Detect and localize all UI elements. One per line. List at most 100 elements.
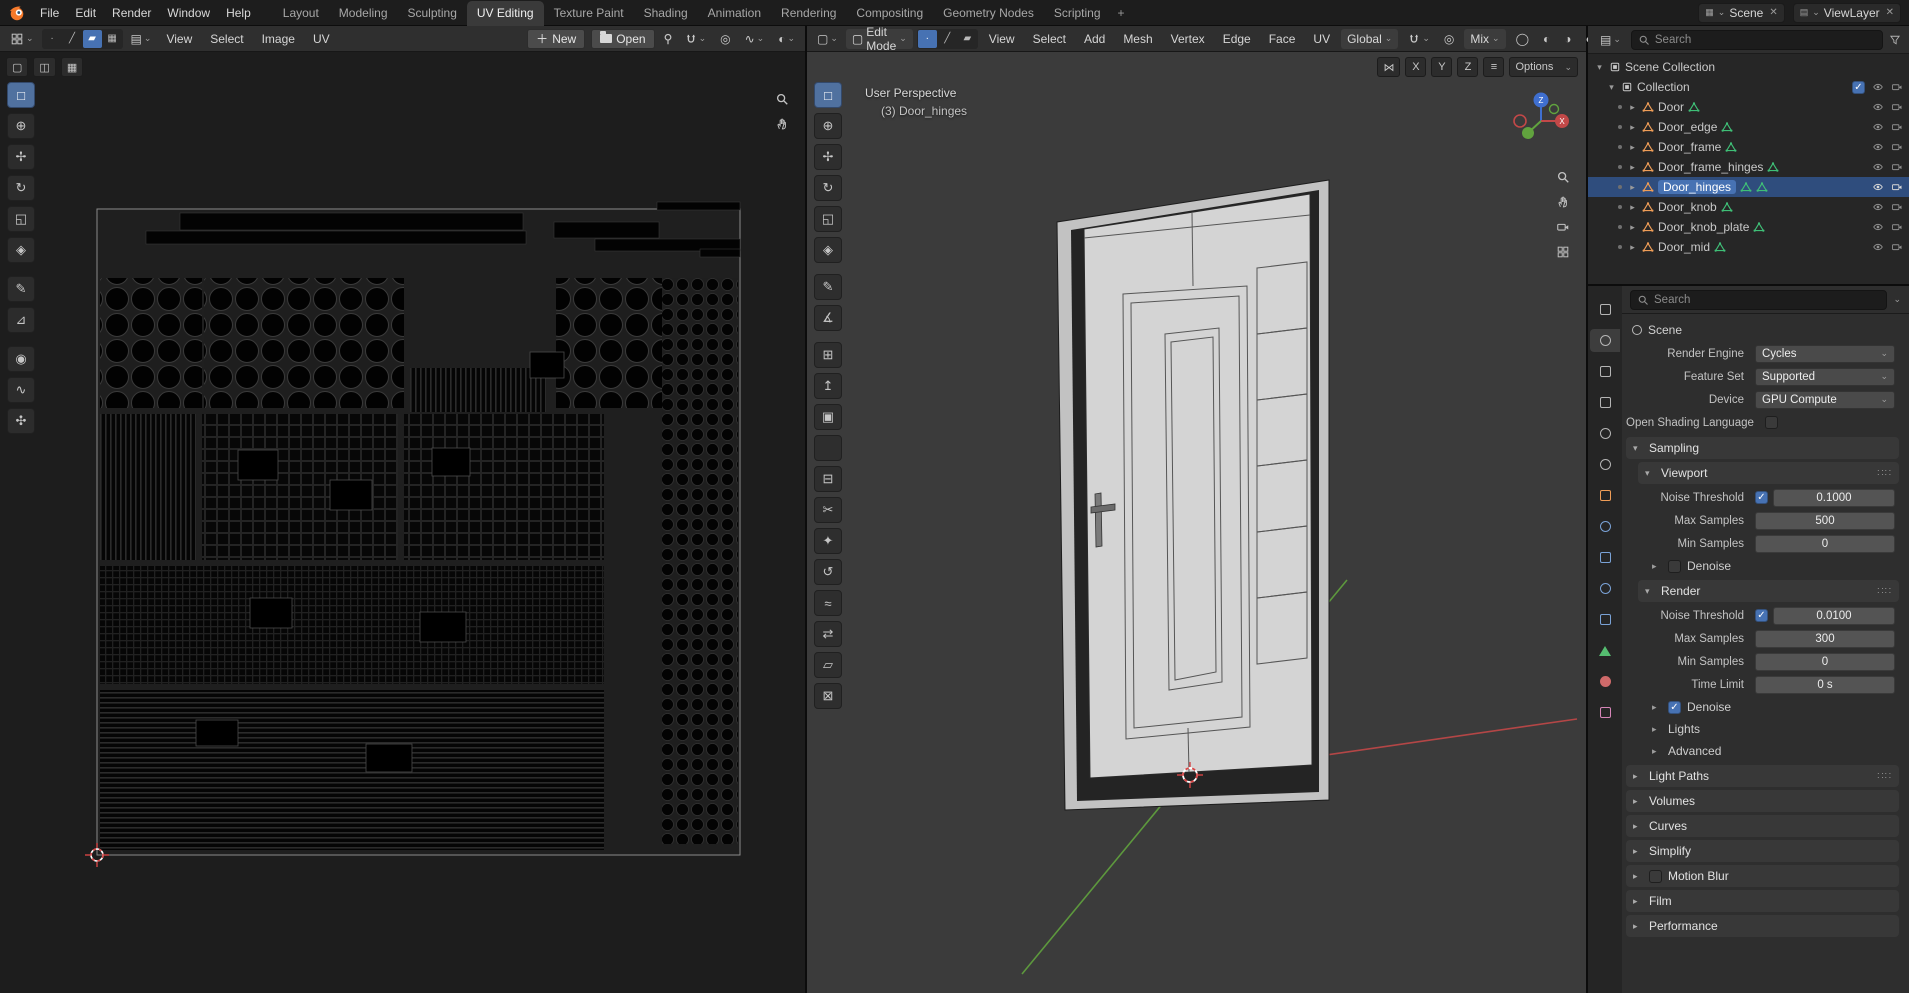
vp-menu-view[interactable]: View [982,29,1022,49]
tab-tool-properties[interactable] [1590,298,1620,321]
outliner-scene-collection[interactable]: ▾ Scene Collection [1588,57,1909,77]
hide-eye-icon[interactable] [1872,121,1884,133]
face-mode-button[interactable]: ▰ [958,30,977,48]
uv-tool-scale[interactable]: ◱ [7,206,35,232]
viewport-denoise-checkbox[interactable]: ✓ [1668,559,1681,573]
outliner-collection[interactable]: ▾ Collection ✓ [1588,77,1909,97]
drag-grip-icon[interactable]: ∷∷ [1877,468,1892,479]
render-denoise-checkbox[interactable]: ✓ [1668,700,1681,714]
ortho-grid-icon[interactable] [1556,245,1570,259]
disable-render-icon[interactable] [1891,101,1903,113]
uv-tool-annotate[interactable]: ✎ [7,276,35,302]
uv-tool-rotate[interactable]: ↻ [7,175,35,201]
vp-tool-spin[interactable]: ↺ [814,559,842,585]
vp-menu-vertex[interactable]: Vertex [1164,29,1212,49]
performance-panel-header[interactable]: ▸ Performance [1626,915,1899,937]
sampling-render-header[interactable]: ▾ Render ∷∷ [1638,580,1899,602]
tab-geometry-nodes[interactable]: Geometry Nodes [933,1,1044,26]
tab-material-properties[interactable] [1590,670,1620,693]
transform-orientation-dropdown[interactable]: Global ⌄ [1341,28,1399,49]
vp-tool-smooth[interactable]: ≈ [814,590,842,616]
vp-menu-edge[interactable]: Edge [1216,29,1258,49]
collection-include-checkbox[interactable]: ✓ [1852,80,1865,94]
motion-blur-checkbox[interactable]: ✓ [1649,869,1662,883]
zoom-icon[interactable] [1556,170,1570,184]
tab-shading[interactable]: Shading [634,1,698,26]
outliner-item-door-knob[interactable]: ▸ Door_knob [1588,197,1909,217]
uv-menu-view[interactable]: View [159,29,199,49]
tab-object-properties[interactable] [1590,484,1620,507]
render-engine-dropdown[interactable]: Cycles ⌄ [1755,344,1895,363]
object-name[interactable]: Door [1658,100,1684,114]
hide-eye-icon[interactable] [1872,221,1884,233]
tab-texture-properties[interactable] [1590,701,1620,724]
edge-mode-button[interactable]: ╱ [938,30,957,48]
expand-chevron-icon[interactable]: ▸ [1627,142,1638,153]
scene-browse-icon[interactable]: ▦ [1705,7,1714,18]
uv-setting-icon-3[interactable]: ▦ [60,57,84,77]
outliner-item-door-mid[interactable]: ▸ Door_mid [1588,237,1909,257]
vp-tool-shear[interactable]: ▱ [814,652,842,678]
outliner-item-door-knob-plate[interactable]: ▸ Door_knob_plate [1588,217,1909,237]
hide-eye-icon[interactable] [1872,101,1884,113]
mode-dropdown[interactable]: ▢ Edit Mode ⌄ [845,25,913,53]
tab-render-properties[interactable] [1590,329,1620,352]
uv-setting-icon-2[interactable]: ◫ [33,57,56,77]
tab-constraint-properties[interactable] [1590,608,1620,631]
object-name[interactable]: Door_hinges [1658,180,1737,194]
vp-menu-mesh[interactable]: Mesh [1116,29,1159,49]
hide-eye-icon[interactable] [1872,201,1884,213]
options-icon[interactable]: ⌄ [1893,294,1901,305]
pan-hand-icon[interactable] [1556,195,1570,209]
mirror-y-toggle[interactable]: Y [1431,57,1453,77]
remove-viewlayer-icon[interactable]: ✕ [1886,7,1894,18]
tab-world-properties[interactable] [1590,453,1620,476]
object-name[interactable]: Door_mid [1658,240,1710,254]
sampling-panel-header[interactable]: ▾ Sampling [1626,437,1899,459]
snapping-dropdown[interactable]: ⌄ [681,31,711,47]
film-panel-header[interactable]: ▸ Film [1626,890,1899,912]
vp-menu-add[interactable]: Add [1077,29,1112,49]
open-image-button[interactable]: Open [591,28,655,49]
volumes-panel-header[interactable]: ▸ Volumes [1626,790,1899,812]
falloff-dropdown[interactable]: ∿ ⌄ [741,30,769,48]
shading-material-icon[interactable]: ◐ [1539,30,1554,48]
uv-vertex-mode-button[interactable]: ∙ [43,30,62,48]
properties-search-input[interactable] [1654,293,1881,306]
expand-chevron-icon[interactable]: ▸ [1627,182,1638,193]
sticky-selection-dropdown[interactable]: ▤ ⌄ [127,30,156,48]
menu-file[interactable]: File [32,3,67,23]
vp-tool-cursor[interactable]: ⊕ [814,113,842,139]
disable-render-icon[interactable] [1891,121,1903,133]
editor-type-icon[interactable]: ▤ ⌄ [1596,31,1625,49]
noise-threshold-value[interactable]: 0.0100 [1773,606,1895,625]
expand-chevron-icon[interactable]: ▸ [1627,162,1638,173]
disable-render-icon[interactable] [1891,181,1903,193]
time-limit-value[interactable]: 0 s [1755,675,1895,694]
viewlayer-browse-icon[interactable]: ▤ [1800,7,1809,18]
new-image-button[interactable]: ＋ New [527,28,586,49]
disable-render-icon[interactable] [1891,201,1903,213]
vp-menu-face[interactable]: Face [1262,29,1303,49]
tab-animation[interactable]: Animation [698,1,771,26]
uv-menu-uv[interactable]: UV [306,29,337,49]
min-samples-value[interactable]: 0 [1755,534,1895,553]
uv-edge-mode-button[interactable]: ╱ [63,30,82,48]
outliner-item-door-frame-hinges[interactable]: ▸ Door_frame_hinges [1588,157,1909,177]
proportional-edit-toggle[interactable]: ◎ [1440,30,1458,48]
feature-set-dropdown[interactable]: Supported ⌄ [1755,367,1895,386]
viewport-canvas[interactable]: ⋈ X Y Z ≡ Options ⌄ User Perspective (3)… [807,52,1586,993]
vp-tool-inset-faces[interactable]: ▣ [814,404,842,430]
uv-canvas[interactable]: ▢ ◫ ▦ □ ⊕ ✢ ↻ ◱ ◈ ✎ ⊿ ◉ ∿ ✣ [0,52,805,993]
pan-hand-icon[interactable] [775,117,789,131]
tab-layout[interactable]: Layout [273,1,329,26]
object-name[interactable]: Door_frame_hinges [1658,160,1763,174]
outliner-item-door-hinges[interactable]: ▸ Door_hinges [1588,177,1909,197]
uv-tool-rip[interactable]: ⊿ [7,307,35,333]
uv-setting-icon-1[interactable]: ▢ [6,57,29,77]
unlink-scene-icon[interactable]: ✕ [1769,7,1777,18]
snapping-dropdown[interactable]: ⌄ [1404,31,1434,47]
breadcrumb-label[interactable]: Scene [1648,323,1682,337]
tab-modifier-properties[interactable] [1590,515,1620,538]
disable-render-icon[interactable] [1891,241,1903,253]
